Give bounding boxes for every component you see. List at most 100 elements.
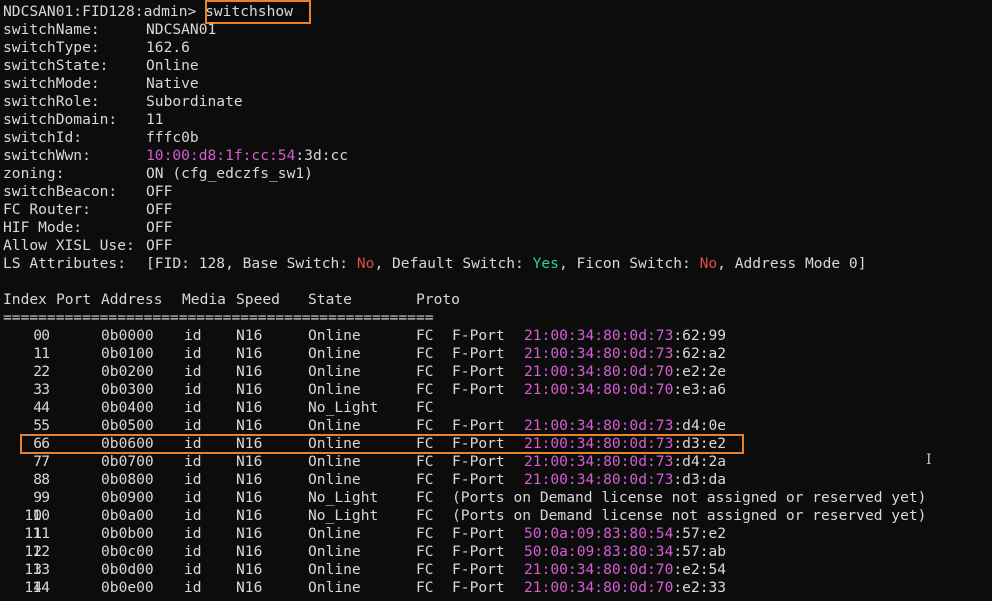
cell-media: id [184,453,202,470]
cell-note: (Ports on Demand license not assigned or… [452,489,927,506]
cell-speed: N16 [236,399,263,416]
table-row: 3 3 0b0300 id N16 Online FC F-Port 21:00:34:80:0… [3,381,963,399]
cell-port-type: F-Port [452,579,505,596]
cell-port: 4 [41,399,50,416]
info-value: OFF [146,237,173,254]
cell-state: Online [308,417,361,434]
table-row: 11 11 0b0b00 id N16 Online FC F-Port 50:0a:09:83… [3,525,963,543]
cell-speed: N16 [236,489,263,506]
table-row: 8 8 0b0800 id N16 Online FC F-Port 21:00:34:80:0… [3,471,963,489]
info-key: switchDomain: [3,111,118,128]
cell-wwn: 21:00:34:80:0d:70:e3:a6 [524,381,727,398]
cell-state: Online [308,579,361,596]
cell-port-type: F-Port [452,363,505,380]
info-value: 162.6 [146,39,190,56]
cell-address: 0b0200 [101,363,154,380]
cell-media: id [184,471,202,488]
info-line: switchMode: Native [3,75,199,93]
info-value: Native [146,75,199,92]
info-key: HIF Mode: [3,219,83,236]
cell-address: 0b0d00 [101,561,154,578]
cell-port: 14 [32,579,50,596]
cell-speed: N16 [236,579,263,596]
cell-media: id [184,381,202,398]
ls-attributes-value: [FID: 128, Base Switch: No, Default Swit… [146,255,867,272]
cell-port: 8 [41,471,50,488]
default-switch-value: Yes [532,255,559,272]
info-value: OFF [146,201,173,218]
cell-proto: FC [416,471,434,488]
info-key: Allow XISL Use: [3,237,135,254]
cell-address: 0b0900 [101,489,154,506]
cell-proto: FC [416,579,434,596]
cell-proto: FC [416,363,434,380]
info-key: switchName: [3,21,100,38]
cell-port: 12 [32,543,50,560]
cell-speed: N16 [236,417,263,434]
info-key: switchWwn: [3,147,91,164]
cell-port-type: F-Port [452,471,505,488]
cell-proto: FC [416,417,434,434]
cell-state: Online [308,363,361,380]
header-proto: Proto [416,291,460,308]
info-value: OFF [146,183,173,200]
cell-wwn: 50:0a:09:83:80:54:57:e2 [524,525,727,542]
cell-speed: N16 [236,327,263,344]
cell-address: 0b0c00 [101,543,154,560]
terminal-window[interactable]: NDCSAN01:FID128:admin> switchshow switch… [0,0,992,601]
cell-state: No_Light [308,507,379,524]
info-key: FC Router: [3,201,91,218]
cell-wwn: 21:00:34:80:0d:70:e2:54 [524,561,727,578]
cell-port-type: F-Port [452,561,505,578]
cell-media: id [184,579,202,596]
cell-state: No_Light [308,489,379,506]
cell-state: Online [308,453,361,470]
cell-wwn: 21:00:34:80:0d:73:d4:0e [524,417,727,434]
info-key: switchMode: [3,75,100,92]
cell-address: 0b0800 [101,471,154,488]
table-row: 9 9 0b0900 id N16 No_Light FC (Ports on Demand … [3,489,963,507]
cell-proto: FC [416,381,434,398]
cell-proto: FC [416,561,434,578]
cell-wwn: 21:00:34:80:0d:73:d3:da [524,471,727,488]
cell-proto: FC [416,453,434,470]
cell-port-type: F-Port [452,525,505,542]
info-line: switchDomain: 11 [3,111,164,129]
header-address: Address [101,291,163,308]
ficon-switch-value: No [699,255,718,272]
text-cursor-icon: I [926,452,932,468]
info-line: switchName: NDCSAN01 [3,21,216,39]
info-value: ON (cfg_edczfs_sw1) [146,165,313,182]
cell-speed: N16 [236,543,263,560]
cell-speed: N16 [236,381,263,398]
cell-address: 0b0b00 [101,525,154,542]
cell-media: id [184,561,202,578]
cell-media: id [184,345,202,362]
cell-port: 11 [32,525,50,542]
info-value: Subordinate [146,93,243,110]
cell-state: Online [308,561,361,578]
cell-speed: N16 [236,507,263,524]
cell-proto: FC [416,525,434,542]
cell-speed: N16 [236,561,263,578]
cell-media: id [184,489,202,506]
cell-port: 2 [41,363,50,380]
table-row: 14 14 0b0e00 id N16 Online FC F-Port 21:00:34:80… [3,579,963,597]
info-key: zoning: [3,165,65,182]
cell-speed: N16 [236,345,263,362]
cell-port: 0 [41,327,50,344]
cell-address: 0b0300 [101,381,154,398]
cell-wwn: 21:00:34:80:0d:70:e2:33 [524,579,727,596]
cell-media: id [184,363,202,380]
base-switch-value: No [356,255,375,272]
cell-port-type: F-Port [452,345,505,362]
cell-state: Online [308,381,361,398]
cell-proto: FC [416,489,434,506]
cell-port-type: F-Port [452,327,505,344]
shell-prompt: NDCSAN01:FID128:admin> [3,3,197,20]
info-line: switchId: fffc0b [3,129,199,147]
info-line: FC Router: OFF [3,201,172,219]
cell-speed: N16 [236,471,263,488]
cell-address: 0b0500 [101,417,154,434]
cell-address: 0b0100 [101,345,154,362]
